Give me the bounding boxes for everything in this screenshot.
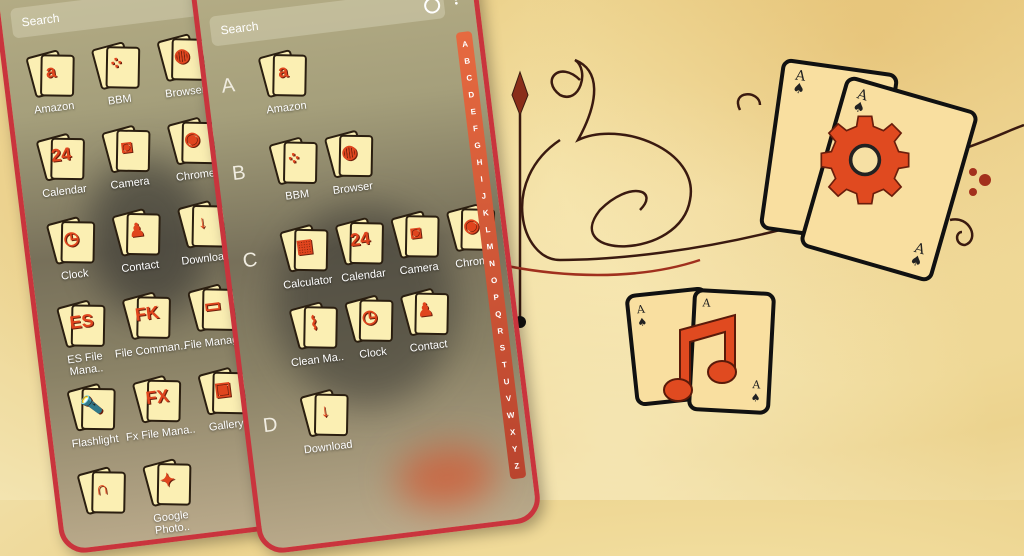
section-letter: B bbox=[230, 161, 247, 186]
index-letter[interactable]: T bbox=[501, 360, 507, 370]
search-placeholder: Search bbox=[219, 18, 260, 38]
index-letter[interactable]: U bbox=[503, 377, 510, 387]
ornament-red-line bbox=[479, 258, 701, 277]
app-label: Amazon bbox=[33, 99, 76, 117]
contact-icon: ♟ bbox=[399, 286, 450, 337]
flashlight-icon: 🔦 bbox=[66, 381, 116, 432]
index-letter[interactable]: D bbox=[468, 90, 475, 100]
index-letter[interactable]: C bbox=[466, 73, 473, 83]
index-letter[interactable]: M bbox=[486, 242, 494, 252]
index-letter[interactable]: W bbox=[506, 411, 515, 421]
index-letter[interactable]: K bbox=[482, 208, 489, 218]
app-label: Flashlight bbox=[71, 432, 120, 451]
index-letter[interactable]: A bbox=[462, 39, 469, 49]
index-letter[interactable]: O bbox=[490, 276, 497, 286]
clock-icon: ◷ bbox=[45, 215, 96, 266]
ornament-curl bbox=[736, 93, 762, 111]
index-letter[interactable]: B bbox=[464, 56, 471, 66]
app-item[interactable]: ◍ Browser bbox=[310, 127, 389, 199]
app-label: Calendar bbox=[41, 182, 88, 201]
index-letter[interactable]: Y bbox=[512, 444, 518, 454]
ornament-right-curl bbox=[949, 218, 974, 247]
ornament-dot bbox=[969, 168, 977, 176]
index-letter[interactable]: Z bbox=[514, 461, 520, 471]
music-note-icon bbox=[663, 313, 737, 402]
more-options-icon[interactable]: ••• bbox=[453, 0, 459, 10]
index-letter[interactable]: E bbox=[470, 107, 476, 117]
search-input[interactable]: Search bbox=[9, 0, 213, 39]
index-letter[interactable]: P bbox=[493, 293, 499, 303]
globe-icon: ◍ bbox=[323, 128, 374, 179]
index-letter[interactable]: S bbox=[499, 343, 505, 353]
fx-file-manager-icon: FX bbox=[131, 373, 182, 424]
index-letter[interactable]: H bbox=[476, 158, 483, 168]
app-item[interactable]: a Amazon bbox=[244, 46, 323, 118]
section-letter: C bbox=[241, 248, 259, 273]
index-letter[interactable]: R bbox=[497, 326, 504, 336]
download-icon: ↓ bbox=[299, 387, 349, 438]
index-letter[interactable]: G bbox=[474, 141, 481, 151]
app-label: Google Photo.. bbox=[152, 508, 191, 538]
section-letter: A bbox=[220, 74, 237, 98]
app-item[interactable]: ♟ Contact bbox=[386, 285, 465, 357]
app-item[interactable]: ✦ Google Photo.. bbox=[128, 455, 209, 539]
app-label: BBM bbox=[107, 92, 133, 108]
app-label: File Comman.. bbox=[114, 339, 187, 361]
section-letter: D bbox=[261, 413, 279, 438]
app-label: Download bbox=[303, 438, 354, 457]
app-label bbox=[69, 515, 140, 524]
search-input[interactable]: Search bbox=[208, 0, 446, 47]
contact-icon: ♟ bbox=[111, 207, 161, 258]
es-file-manager-icon: ES bbox=[55, 298, 106, 349]
app-label: Amazon bbox=[265, 99, 308, 117]
app-label: Fx File Mana.. bbox=[125, 423, 197, 444]
google-photos-icon: ✦ bbox=[141, 457, 192, 508]
amazon-icon: a bbox=[25, 48, 75, 99]
ornament-dot bbox=[969, 188, 977, 196]
diamond-ornament bbox=[511, 70, 529, 117]
index-letter[interactable]: N bbox=[489, 259, 496, 269]
search-placeholder: Search bbox=[20, 10, 61, 30]
index-letter[interactable]: I bbox=[480, 175, 483, 184]
index-letter[interactable]: L bbox=[485, 225, 491, 235]
index-letter[interactable]: V bbox=[505, 394, 511, 404]
app-item[interactable]: ↓ Download bbox=[285, 386, 364, 458]
settings-gear-icon bbox=[820, 115, 910, 205]
amazon-icon: a bbox=[257, 48, 307, 99]
index-letter[interactable]: F bbox=[472, 124, 478, 134]
app-label: ES File Mana.. bbox=[66, 350, 104, 379]
headphones-icon: ∩ bbox=[76, 465, 126, 516]
wallpaper-blur bbox=[393, 441, 501, 514]
file-commander-icon: FK bbox=[121, 290, 171, 341]
camera-icon: ◙ bbox=[100, 123, 151, 174]
ornament-dot bbox=[979, 174, 991, 186]
calendar-icon: 24 bbox=[35, 131, 85, 182]
index-letter[interactable]: X bbox=[510, 428, 516, 438]
ornament-spiral bbox=[550, 58, 693, 248]
app-label: Browser bbox=[332, 180, 374, 197]
index-letter[interactable]: J bbox=[481, 191, 487, 200]
index-letter[interactable]: Q bbox=[495, 309, 502, 319]
bbm-icon: ⁘ bbox=[90, 40, 141, 91]
